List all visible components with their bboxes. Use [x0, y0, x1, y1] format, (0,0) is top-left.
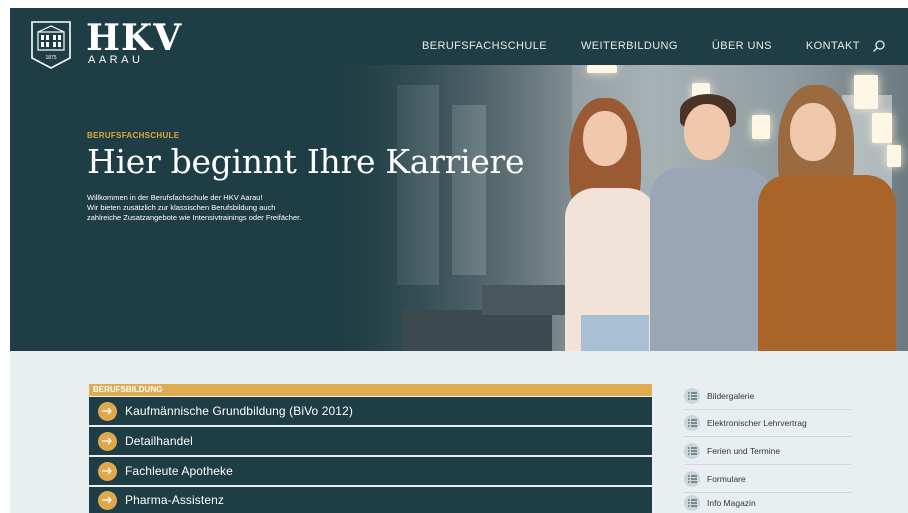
ceiling-lamp — [587, 65, 617, 73]
arrow-right-icon — [98, 431, 117, 451]
nav-item-weiterbildung[interactable]: WEITERBILDUNG — [581, 40, 678, 52]
sidebar-item-info-magazin[interactable]: Info Magazin — [684, 493, 851, 513]
logo[interactable]: 1875 HKV AARAU — [30, 17, 183, 70]
sidebar-item-lehrvertrag[interactable]: Elektronischer Lehrvertrag — [684, 410, 851, 437]
berufsbildung-item[interactable]: Fachleute Apotheke — [89, 457, 652, 485]
berufsbildung-header: BERUFSBILDUNG — [89, 384, 652, 396]
nav-item-berufsfachschule[interactable]: BERUFSFACHSCHULE — [422, 40, 547, 52]
nav-item-kontakt[interactable]: KONTAKT — [806, 40, 860, 52]
arrow-right-icon — [98, 490, 117, 510]
berufsbildung-item[interactable]: Pharma-Assistenz — [89, 487, 652, 513]
list-icon — [684, 388, 700, 404]
sidebar-item-label: Elektronischer Lehrvertrag — [707, 418, 807, 428]
sidebar-item-bildergalerie[interactable]: Bildergalerie — [684, 383, 851, 410]
list-icon — [684, 495, 700, 511]
nav-item-ueber-uns[interactable]: ÜBER UNS — [712, 40, 772, 52]
hero-title: Hier beginnt Ihre Karriere — [87, 142, 525, 181]
hero-text-line: Wir bieten zusätzlich zur klassischen Be… — [87, 203, 276, 212]
hero-text-line: Willkommen in der Berufsfachschule der H… — [87, 193, 263, 202]
berufsbildung-item-label: Kaufmännische Grundbildung (BiVo 2012) — [125, 404, 353, 418]
sidebar-item-label: Ferien und Termine — [707, 446, 781, 456]
logo-title: HKV — [86, 17, 183, 59]
sidebar-item-formulare[interactable]: Formulare — [684, 466, 851, 493]
list-icon — [684, 415, 700, 431]
hero-photo — [342, 65, 908, 351]
svg-text:1875: 1875 — [45, 55, 56, 61]
hero-text: Willkommen in der Berufsfachschule der H… — [87, 193, 357, 223]
search-icon[interactable] — [872, 39, 886, 53]
hero-section: 1875 HKV AARAU BERUFSFACHSCHULE WEITERBI… — [10, 8, 908, 351]
berufsbildung-item[interactable]: Kaufmännische Grundbildung (BiVo 2012) — [89, 397, 652, 425]
sidebar-item-ferien-termine[interactable]: Ferien und Termine — [684, 438, 851, 465]
sidebar-item-label: Bildergalerie — [707, 391, 755, 401]
photo-table — [402, 310, 552, 351]
arrow-right-icon — [98, 461, 117, 481]
arrow-right-icon — [98, 401, 117, 421]
school-emblem-icon: 1875 — [31, 21, 71, 69]
berufsbildung-item-label: Detailhandel — [125, 434, 193, 448]
person-right — [750, 83, 900, 351]
sidebar-item-label: Formulare — [707, 474, 746, 484]
hero-kicker: BERUFSFACHSCHULE — [87, 131, 180, 140]
berufsbildung-item-label: Pharma-Assistenz — [125, 493, 224, 507]
berufsbildung-item[interactable]: Detailhandel — [89, 427, 652, 455]
sidebar-item-label: Info Magazin — [707, 498, 756, 508]
hero-text-line: zahlreiche Zusatzangebote wie Intensivtr… — [87, 213, 302, 222]
berufsbildung-item-label: Fachleute Apotheke — [125, 464, 233, 478]
main-nav: BERUFSFACHSCHULE WEITERBILDUNG ÜBER UNS … — [422, 39, 886, 53]
list-icon — [684, 471, 700, 487]
list-icon — [684, 443, 700, 459]
